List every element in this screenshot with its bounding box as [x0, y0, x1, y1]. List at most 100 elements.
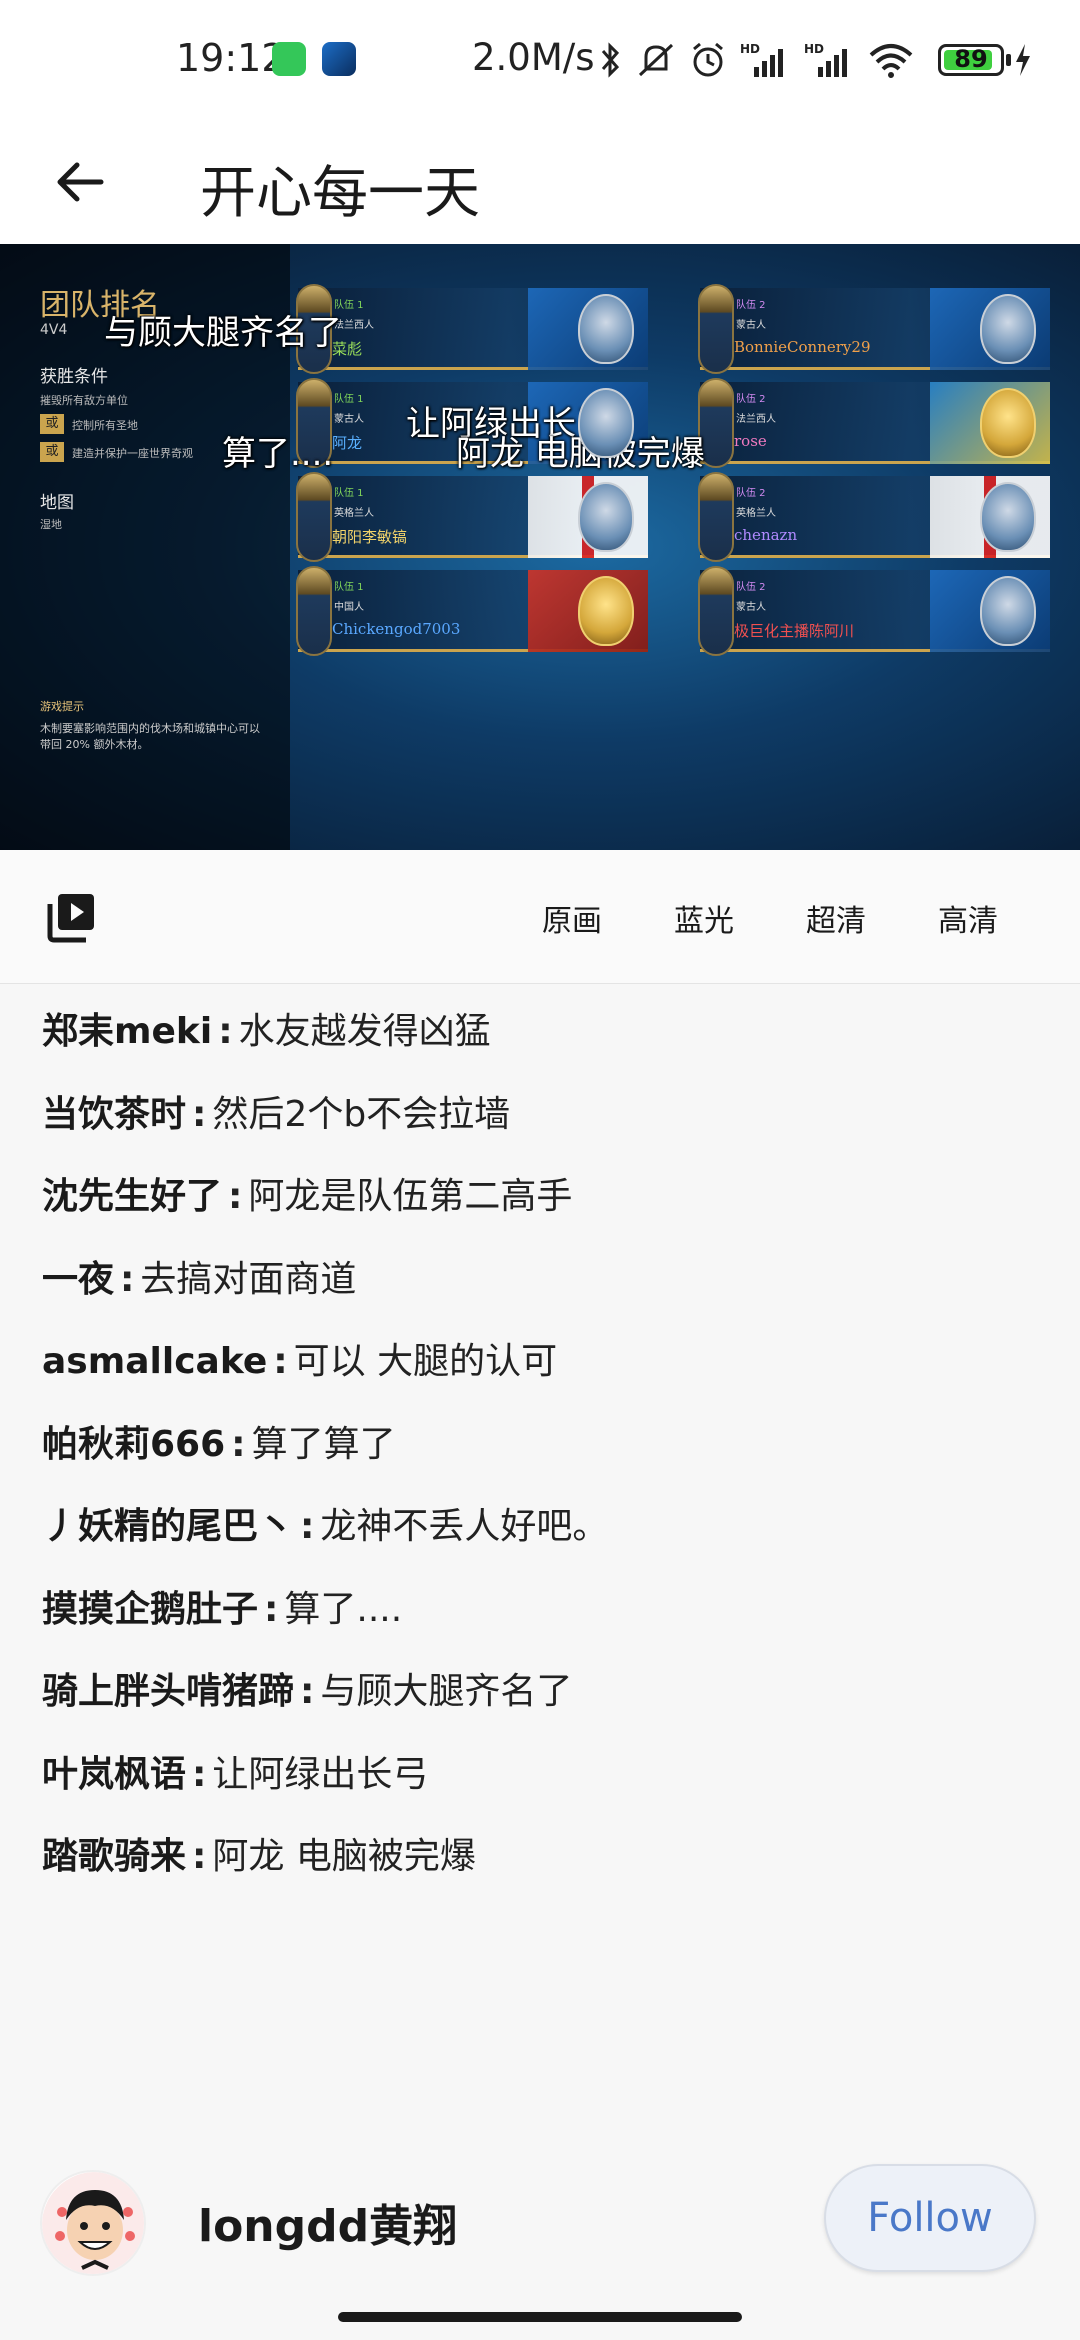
comment-item: 踏歌骑来: 阿龙 电脑被完爆 — [42, 1825, 1042, 1908]
comment-item: 当饮茶时: 然后2个b不会拉墙 — [42, 1083, 1042, 1166]
comment-text: 龙神不丢人好吧。 — [320, 1506, 609, 1547]
team-label: 队伍 1 — [334, 394, 364, 405]
app-icon-blue — [322, 42, 356, 76]
comment-item: 一夜: 去搞对面商道 — [42, 1248, 1042, 1331]
rank-shield-icon — [296, 566, 332, 656]
comment-item: 摸摸企鹅肚子: 算了.... — [42, 1578, 1042, 1661]
team-label: 队伍 1 — [334, 582, 364, 593]
civilization-label: 中国人 — [334, 602, 364, 613]
follow-button[interactable]: Follow — [824, 2164, 1036, 2272]
comment-text: 阿龙 电脑被完爆 — [212, 1836, 476, 1877]
svg-text:HD: HD — [740, 42, 760, 56]
hint-line-2: 带回 20% 额外木材。 — [40, 738, 149, 751]
rank-shield-icon — [698, 566, 734, 656]
comment-item: 骑上胖头啃猪蹄: 与顾大腿齐名了 — [42, 1660, 1042, 1743]
comment-username[interactable]: 一夜 — [42, 1259, 114, 1300]
comment-text: 让阿绿出长弓 — [212, 1753, 429, 1795]
civilization-emblem-icon — [980, 388, 1036, 458]
comment-username[interactable]: 骑上胖头啃猪蹄 — [42, 1671, 294, 1712]
civilization-emblem-icon — [980, 294, 1036, 364]
comment-username[interactable]: asmallcake — [42, 1341, 267, 1382]
status-time: 19:12 — [176, 36, 286, 80]
civilization-label: 法兰西人 — [736, 414, 776, 425]
comment-text: 可以 大腿的认可 — [293, 1341, 558, 1382]
comment-username[interactable]: 沈先生好了 — [42, 1176, 222, 1217]
team-card: 队伍 2 蒙古人 BonnieConnery29 — [698, 284, 1050, 374]
player-name: 阿龙 — [332, 434, 363, 452]
player-name: 朝阳李敏镐 — [332, 528, 408, 546]
civilization-label: 蒙古人 — [334, 414, 364, 425]
comment-separator: : — [218, 1011, 233, 1052]
battery-level: 89 — [954, 45, 988, 73]
victory-condition-3: 建造并保护一座世界奇观 — [72, 447, 193, 460]
video-player[interactable]: 团队排名 4V4 获胜条件 摧毁所有敌方单位 或 控制所有圣地 或 建造并保护一… — [0, 244, 1080, 850]
charging-icon — [1016, 44, 1030, 76]
team-label: 队伍 1 — [334, 488, 364, 499]
comment-separator: : — [192, 1753, 207, 1795]
comment-username[interactable]: 丿妖精的尾巴丶 — [42, 1506, 294, 1547]
team-label: 队伍 2 — [736, 394, 766, 405]
victory-or-2: 或 — [40, 442, 64, 462]
victory-condition-1: 摧毁所有敌方单位 — [40, 394, 128, 407]
rank-shield-icon — [698, 472, 734, 562]
wifi-icon — [869, 44, 913, 78]
comment-item: 帕秋莉666: 算了算了 — [42, 1413, 1042, 1496]
author-avatar[interactable] — [40, 2170, 146, 2276]
comment-username[interactable]: 摸摸企鹅肚子 — [42, 1589, 258, 1630]
video-playlist-icon — [47, 894, 94, 943]
comment-separator: : — [231, 1423, 246, 1465]
rank-shield-icon — [698, 284, 734, 374]
comment-separator: : — [273, 1341, 288, 1382]
quality-option-hd[interactable]: 高清 — [938, 896, 998, 940]
hint-line-1: 木制要塞影响范围内的伐木场和城镇中心可以 — [40, 722, 260, 735]
comment-username[interactable]: 郑耒meki — [42, 1011, 212, 1052]
network-speed: 2.0M/s — [472, 36, 595, 79]
team-card: 队伍 1 中国人 Chickengod7003 — [296, 566, 648, 656]
panel-mode: 4V4 — [40, 322, 68, 338]
comment-item: 丿妖精的尾巴丶: 龙神不丢人好吧。 — [42, 1495, 1042, 1578]
home-indicator[interactable] — [338, 2312, 742, 2322]
comment-separator: : — [228, 1176, 243, 1217]
comment-username[interactable]: 叶岚枫语 — [42, 1754, 186, 1795]
comment-text: 阿龙是队伍第二高手 — [248, 1176, 573, 1217]
team-card: 队伍 2 法兰西人 rose — [698, 378, 1050, 468]
civilization-label: 英格兰人 — [334, 508, 374, 519]
alarm-icon — [693, 42, 723, 77]
comment-username[interactable]: 踏歌骑来 — [42, 1836, 186, 1877]
bluetooth-icon — [601, 42, 620, 78]
comment-separator: : — [300, 1671, 315, 1712]
quality-option-super-hd[interactable]: 超清 — [806, 896, 866, 940]
danmaku-3: 算了.... — [222, 433, 334, 474]
player-name: rose — [734, 432, 767, 450]
mute-icon — [638, 43, 674, 77]
author-name[interactable]: longdd黄翔 — [198, 2190, 457, 2254]
battery-icon: 89 — [938, 44, 1004, 76]
comment-username[interactable]: 当饮茶时 — [42, 1094, 186, 1135]
team-card: 队伍 1 法兰西人 菜彪 — [296, 284, 648, 374]
page-title: 开心每一天 — [200, 161, 480, 226]
comment-text: 算了算了 — [251, 1423, 396, 1465]
comment-text: 算了.... — [284, 1588, 403, 1630]
back-button[interactable] — [40, 142, 120, 222]
civilization-label: 蒙古人 — [736, 320, 766, 331]
rank-shield-icon — [296, 472, 332, 562]
comment-separator: : — [120, 1258, 135, 1300]
playlist-button[interactable] — [44, 890, 100, 946]
comment-item: 郑耒meki: 水友越发得凶猛 — [42, 1000, 1042, 1083]
team-card: 队伍 1 英格兰人朝阳李敏镐 — [296, 472, 648, 562]
comment-text: 与顾大腿齐名了 — [320, 1671, 573, 1712]
comment-text: 水友越发得凶猛 — [238, 1011, 491, 1052]
team-card: 队伍 2 英格兰人 chenazn — [698, 472, 1050, 562]
quality-option-bluray[interactable]: 蓝光 — [674, 896, 734, 940]
team-label: 队伍 2 — [736, 488, 766, 499]
map-heading: 地图 — [40, 493, 74, 513]
danmaku-1: 与顾大腿齐名了 — [104, 312, 342, 353]
player-name: 极巨化主播陈阿川 — [734, 622, 855, 640]
comment-separator: : — [192, 1836, 207, 1877]
comment-item: 沈先生好了: 阿龙是队伍第二高手 — [42, 1165, 1042, 1248]
player-name: BonnieConnery29 — [734, 338, 871, 356]
player-name: Chickengod7003 — [332, 620, 461, 638]
comment-username[interactable]: 帕秋莉666 — [42, 1424, 225, 1465]
quality-option-original[interactable]: 原画 — [542, 896, 602, 940]
cartoon-avatar — [42, 2172, 144, 2274]
